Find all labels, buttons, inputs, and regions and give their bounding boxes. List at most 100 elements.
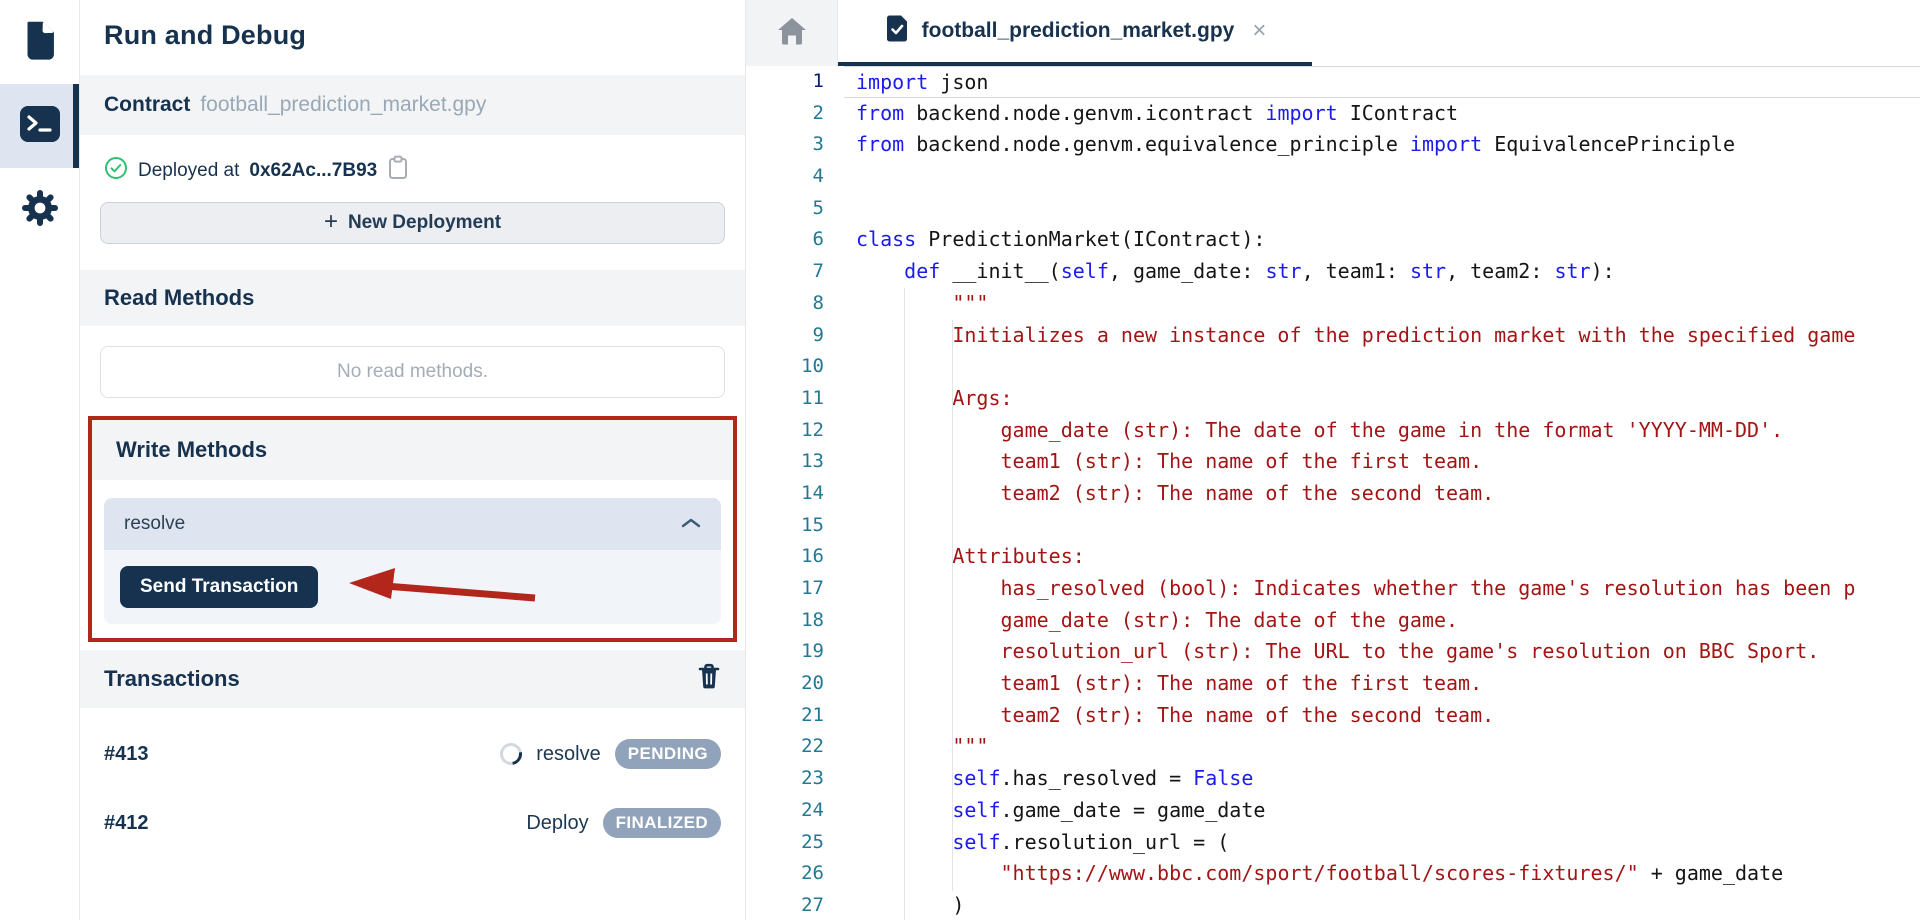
- code-text: has_resolved (bool): Indicates whether t…: [844, 573, 1920, 605]
- code-line[interactable]: 25 self.resolution_url = (: [746, 827, 1920, 859]
- tab-filename: football_prediction_market.gpy: [922, 19, 1235, 43]
- code-line[interactable]: 9 Initializes a new instance of the pred…: [746, 320, 1920, 352]
- line-number: 18: [746, 605, 824, 637]
- code-line[interactable]: 14 team2 (str): The name of the second t…: [746, 478, 1920, 510]
- code-text: Initializes a new instance of the predic…: [844, 320, 1920, 352]
- code-line[interactable]: 8 """: [746, 288, 1920, 320]
- home-button[interactable]: [746, 0, 838, 66]
- method-accordion: resolve Send Transaction: [104, 498, 721, 624]
- transaction-row[interactable]: #412 Deploy FINALIZED: [104, 800, 721, 846]
- line-number: 17: [746, 573, 824, 605]
- editor-tab-bar: football_prediction_market.gpy ×: [746, 0, 1920, 66]
- close-icon[interactable]: ×: [1252, 19, 1266, 43]
- code-area[interactable]: 1import json2 from backend.node.genvm.ico…: [746, 66, 1920, 920]
- code-text: self.game_date = game_date: [844, 795, 1920, 827]
- code-text: self.has_resolved = False: [844, 763, 1920, 795]
- code-line[interactable]: 3from backend.node.genvm.equivalence_pri…: [746, 129, 1920, 161]
- no-read-methods-text: No read methods.: [337, 361, 488, 383]
- code-line[interactable]: 4: [746, 161, 1920, 193]
- code-line[interactable]: 27 ): [746, 890, 1920, 920]
- method-resolve-toggle[interactable]: resolve: [104, 498, 721, 550]
- line-number: 26: [746, 858, 824, 890]
- write-methods-header: Write Methods: [92, 420, 733, 480]
- code-line[interactable]: 2 from backend.node.genvm.icontract impor…: [746, 98, 1920, 130]
- code-line[interactable]: 24 self.game_date = game_date: [746, 795, 1920, 827]
- code-line[interactable]: 5: [746, 193, 1920, 225]
- code-line[interactable]: 13 team1 (str): The name of the first te…: [746, 446, 1920, 478]
- code-line[interactable]: 15: [746, 510, 1920, 542]
- line-number: 23: [746, 763, 824, 795]
- copy-icon[interactable]: [387, 155, 409, 186]
- code-text: self.resolution_url = (: [844, 827, 1920, 859]
- transactions-list: #413 resolve PENDING #412 Deploy FINALIZ…: [80, 708, 745, 846]
- tab-bar-empty-space: [1312, 0, 1920, 66]
- line-number: 8: [746, 288, 824, 320]
- rail-item-terminal[interactable]: [0, 84, 79, 168]
- read-methods-title: Read Methods: [104, 285, 254, 311]
- send-transaction-button[interactable]: Send Transaction: [120, 566, 318, 608]
- code-text: from backend.node.genvm.icontract import…: [844, 98, 1920, 130]
- rail-item-settings[interactable]: [0, 168, 79, 252]
- code-line[interactable]: 19 resolution_url (str): The URL to the …: [746, 636, 1920, 668]
- code-line[interactable]: 12 game_date (str): The date of the game…: [746, 415, 1920, 447]
- deployment-status: Deployed at 0x62Ac...7B93: [104, 155, 721, 186]
- code-line[interactable]: 20 team1 (str): The name of the first te…: [746, 668, 1920, 700]
- code-text: team1 (str): The name of the first team.: [844, 446, 1920, 478]
- code-text: Attributes:: [844, 541, 1920, 573]
- transaction-id: #413: [104, 743, 149, 766]
- status-badge: FINALIZED: [603, 808, 721, 838]
- icon-rail: [0, 0, 80, 920]
- code-text: team2 (str): The name of the second team…: [844, 478, 1920, 510]
- home-icon: [776, 16, 808, 51]
- method-body: Send Transaction: [104, 550, 721, 624]
- code-text: Args:: [844, 383, 1920, 415]
- code-text: """: [844, 731, 1920, 763]
- line-number: 6: [746, 224, 824, 256]
- tab-football-prediction-market[interactable]: football_prediction_market.gpy ×: [838, 0, 1312, 66]
- file-icon: [22, 20, 58, 65]
- code-text: game_date (str): The date of the game in…: [844, 415, 1920, 447]
- code-line[interactable]: 1import json: [746, 66, 1920, 98]
- line-number: 20: [746, 668, 824, 700]
- line-number: 11: [746, 383, 824, 415]
- line-number: 9: [746, 320, 824, 352]
- transaction-row[interactable]: #413 resolve PENDING: [104, 731, 721, 777]
- code-editor-pane: football_prediction_market.gpy × 1import…: [746, 0, 1920, 920]
- code-line[interactable]: 26 "https://www.bbc.com/sport/football/s…: [746, 858, 1920, 890]
- line-number: 19: [746, 636, 824, 668]
- code-lines: 1import json2 from backend.node.genvm.ico…: [746, 66, 1920, 920]
- code-line[interactable]: 11 Args:: [746, 383, 1920, 415]
- line-number: 15: [746, 510, 824, 542]
- code-text: resolution_url (str): The URL to the gam…: [844, 636, 1920, 668]
- code-line[interactable]: 16 Attributes:: [746, 541, 1920, 573]
- code-text: team1 (str): The name of the first team.: [844, 668, 1920, 700]
- code-text: """: [844, 288, 1920, 320]
- code-line[interactable]: 10: [746, 351, 1920, 383]
- code-line[interactable]: 22 """: [746, 731, 1920, 763]
- line-number: 12: [746, 415, 824, 447]
- code-line[interactable]: 23 self.has_resolved = False: [746, 763, 1920, 795]
- read-methods-header: Read Methods: [80, 270, 745, 326]
- code-text: team2 (str): The name of the second team…: [844, 700, 1920, 732]
- line-number: 24: [746, 795, 824, 827]
- transactions-title: Transactions: [104, 666, 240, 692]
- contract-header: Contract football_prediction_market.gpy: [80, 75, 745, 135]
- code-line[interactable]: 6 class PredictionMarket(IContract):: [746, 224, 1920, 256]
- chevron-up-icon: [681, 513, 701, 535]
- new-deployment-button[interactable]: + New Deployment: [100, 202, 725, 244]
- code-text: class PredictionMarket(IContract):: [844, 224, 1920, 256]
- code-text: ): [844, 890, 1920, 920]
- code-line[interactable]: 7 def __init__(self, game_date: str, tea…: [746, 256, 1920, 288]
- line-number: 2: [746, 98, 824, 130]
- rail-item-files[interactable]: [0, 0, 79, 84]
- code-line[interactable]: 21 team2 (str): The name of the second t…: [746, 700, 1920, 732]
- code-line[interactable]: 17 has_resolved (bool): Indicates whethe…: [746, 573, 1920, 605]
- trash-icon[interactable]: [697, 663, 721, 695]
- contract-address: 0x62Ac...7B93: [249, 160, 377, 182]
- line-number: 7: [746, 256, 824, 288]
- code-line[interactable]: 18 game_date (str): The date of the game…: [746, 605, 1920, 637]
- method-name: resolve: [124, 513, 185, 535]
- write-methods-highlight-box: Write Methods resolve Send Transaction: [88, 416, 737, 642]
- code-text: [844, 351, 1920, 383]
- line-number: 16: [746, 541, 824, 573]
